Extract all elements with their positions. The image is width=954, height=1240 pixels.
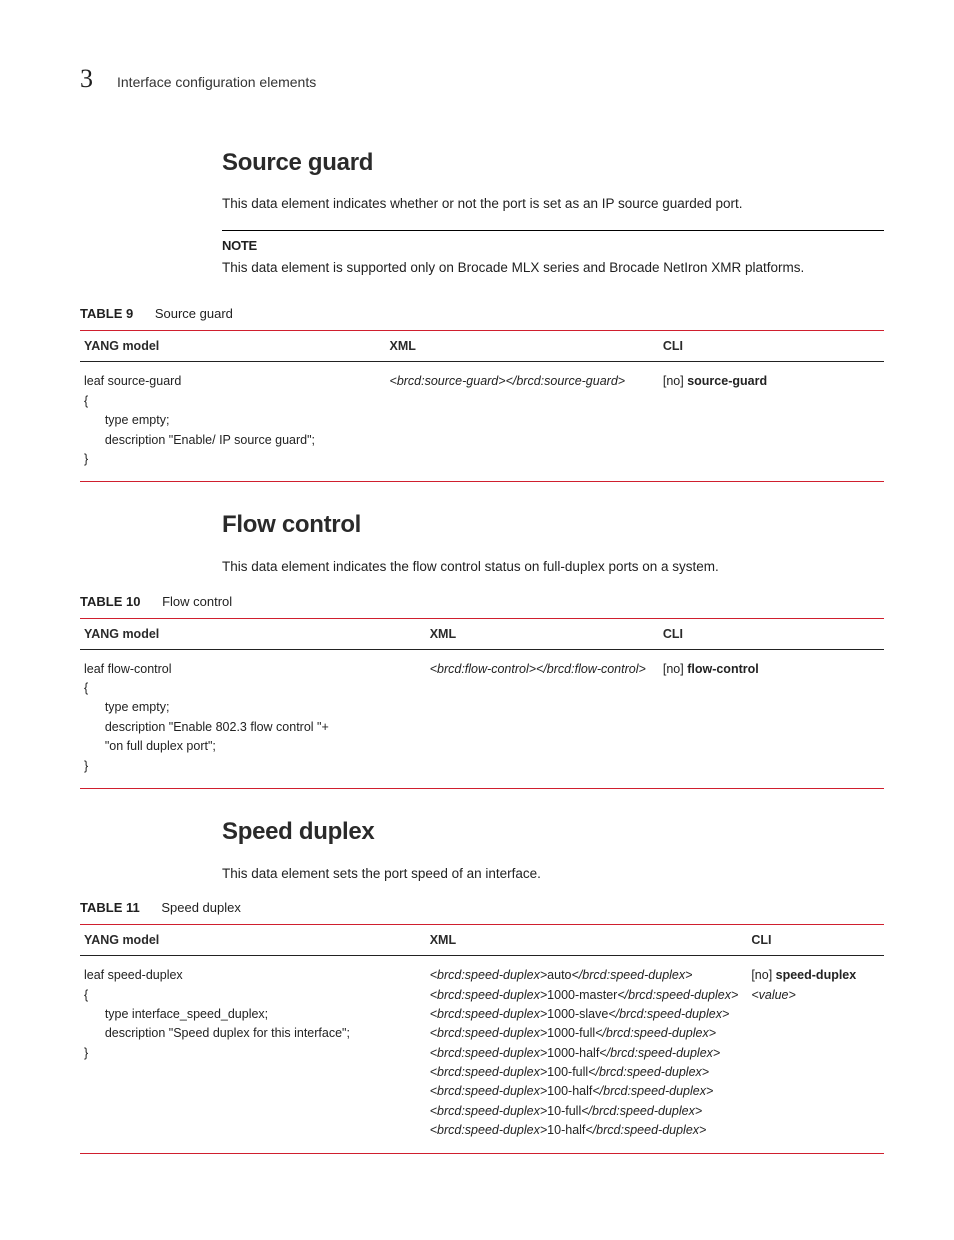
table-caption: TABLE 10 Flow control	[80, 593, 884, 612]
table-label: TABLE 11	[80, 900, 140, 915]
table-label: TABLE 10	[80, 594, 140, 609]
table-title: Source guard	[155, 306, 233, 321]
note-label: NOTE	[222, 237, 884, 256]
section-intro: This data element indicates whether or n…	[222, 194, 884, 214]
cli-cell: [no] source-guard	[663, 372, 878, 391]
section-heading-speed-duplex: Speed duplex	[222, 815, 884, 850]
col-header: YANG model	[80, 618, 426, 649]
note-text: This data element is supported only on B…	[222, 258, 884, 278]
table-label: TABLE 9	[80, 306, 133, 321]
chapter-number: 3	[80, 60, 93, 98]
table-caption: TABLE 9 Source guard	[80, 305, 884, 324]
col-header: YANG model	[80, 331, 386, 362]
col-header: YANG model	[80, 925, 426, 956]
table-source-guard: YANG model XML CLI leaf source-guard { t…	[80, 330, 884, 482]
section-intro: This data element sets the port speed of…	[222, 864, 884, 884]
col-header: XML	[426, 618, 659, 649]
xml-cell: <brcd:flow-control></brcd:flow-control>	[430, 660, 653, 679]
yang-cell: leaf source-guard { type empty; descript…	[84, 372, 380, 469]
cli-cell: [no] speed-duplex<value>	[751, 966, 878, 1005]
col-header: CLI	[659, 618, 884, 649]
chapter-title: Interface configuration elements	[117, 72, 316, 92]
cli-cell: [no] flow-control	[663, 660, 878, 679]
divider	[222, 230, 884, 231]
col-header: XML	[386, 331, 659, 362]
table-title: Speed duplex	[161, 900, 241, 915]
col-header: CLI	[659, 331, 884, 362]
xml-cell: <brcd:source-guard></brcd:source-guard>	[390, 372, 653, 391]
page-header: 3 Interface configuration elements	[80, 60, 884, 98]
section-heading-source-guard: Source guard	[222, 146, 884, 181]
table-caption: TABLE 11 Speed duplex	[80, 899, 884, 918]
table-flow-control: YANG model XML CLI leaf flow-control { t…	[80, 618, 884, 789]
section-heading-flow-control: Flow control	[222, 508, 884, 543]
col-header: CLI	[747, 925, 884, 956]
col-header: XML	[426, 925, 748, 956]
table-title: Flow control	[162, 594, 232, 609]
xml-cell: <brcd:speed-duplex>auto</brcd:speed-dupl…	[430, 966, 742, 1140]
yang-cell: leaf speed-duplex { type interface_speed…	[84, 966, 420, 1063]
section-intro: This data element indicates the flow con…	[222, 557, 884, 577]
table-speed-duplex: YANG model XML CLI leaf speed-duplex { t…	[80, 924, 884, 1154]
yang-cell: leaf flow-control { type empty; descript…	[84, 660, 420, 776]
